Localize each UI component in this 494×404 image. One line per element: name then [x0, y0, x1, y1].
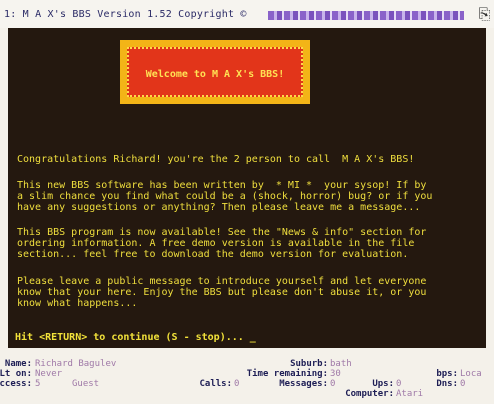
welcome-banner-text: Welcome to M A X's BBS!: [145, 69, 285, 80]
software-paragraph: This new BBS software has been written b…: [17, 180, 433, 213]
messages-value: 0: [330, 379, 336, 389]
terminal-screen: Welcome to M A X's BBS! Congratulations …: [8, 28, 486, 348]
uploads-label: Ups:: [372, 379, 394, 389]
downloads-label: Dns:: [436, 379, 458, 389]
uploads-value: 0: [396, 379, 402, 389]
suburb-label: Suburb:: [290, 359, 328, 369]
window-title: 1: M A X's BBS Version 1.52 Copyright ©: [4, 9, 247, 20]
calls-value: 0: [234, 379, 240, 389]
calls-label: Calls:: [199, 379, 232, 389]
last-on-label: Lt on:: [0, 369, 32, 379]
status-panel: Name: Richard Bagulev Lt on: Never Acces…: [0, 348, 494, 404]
continue-prompt[interactable]: Hit <RETURN> to continue (S - stop)... _: [15, 332, 256, 343]
access-label: Access:: [0, 379, 32, 389]
name-value: Richard Bagulev: [35, 359, 117, 369]
last-on-value: Never: [35, 369, 63, 379]
access-level-value: Guest: [72, 379, 100, 389]
name-label: Name:: [4, 359, 32, 369]
messages-label: Messages:: [279, 379, 328, 389]
suburb-value: bath: [330, 359, 352, 369]
downloads-value: 0: [460, 379, 466, 389]
title-bar-stripes: [268, 11, 464, 20]
public-message-paragraph: Please leave a public message to introdu…: [17, 276, 427, 309]
computer-label: Computer:: [345, 389, 394, 399]
welcome-banner-inner: Welcome to M A X's BBS!: [127, 47, 303, 97]
congratulations-line: Congratulations Richard! you're the 2 pe…: [17, 154, 415, 165]
welcome-banner: Welcome to M A X's BBS!: [120, 40, 310, 104]
bps-value: Loca: [460, 369, 482, 379]
access-value: 5: [35, 379, 41, 389]
bps-label: bps:: [436, 369, 458, 379]
close-icon[interactable]: ⎘: [478, 6, 491, 23]
title-bar: 1: M A X's BBS Version 1.52 Copyright © …: [0, 0, 494, 28]
time-remaining-label: Time remaining:: [246, 369, 328, 379]
time-remaining-value: 30: [330, 369, 341, 379]
computer-value: Atari: [396, 389, 424, 399]
program-paragraph: This BBS program is now available! See t…: [17, 227, 427, 260]
